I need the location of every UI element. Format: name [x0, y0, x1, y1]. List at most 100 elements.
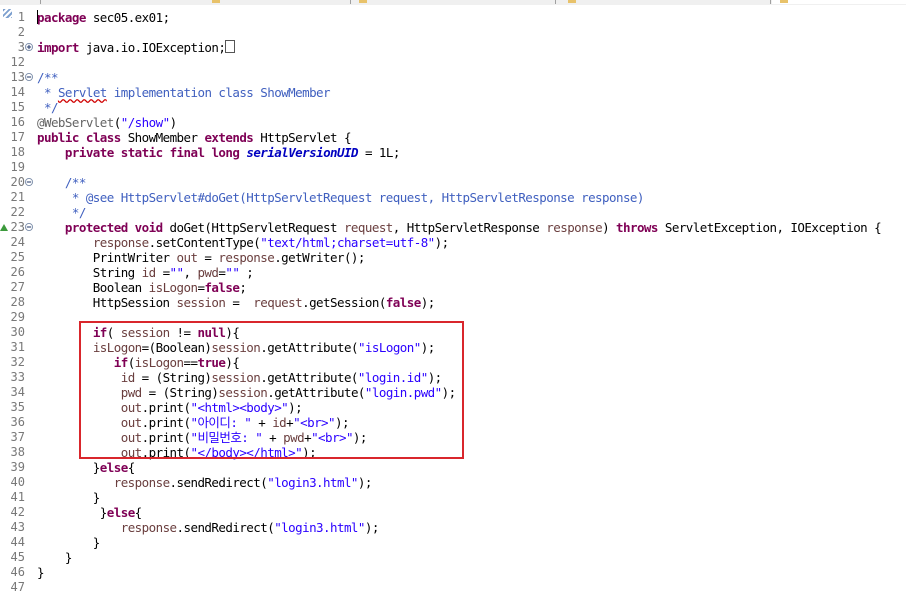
- line-number: 36: [10, 415, 25, 429]
- collapse-fold-icon[interactable]: [25, 223, 33, 231]
- code-text[interactable]: }else{: [37, 460, 135, 475]
- code-line[interactable]: 12: [0, 55, 906, 70]
- code-line[interactable]: 18 private static final long serialVersi…: [0, 145, 906, 160]
- code-text[interactable]: Boolean isLogon=false;: [37, 280, 247, 295]
- code-token: }: [37, 505, 108, 520]
- code-text[interactable]: }else{: [37, 505, 142, 520]
- code-line[interactable]: 23 protected void doGet(HttpServletReque…: [0, 220, 906, 235]
- code-line[interactable]: 26 String id ="", pwd="" ;: [0, 265, 906, 280]
- code-line[interactable]: 40 response.sendRedirect("login3.html");: [0, 475, 906, 490]
- code-text[interactable]: protected void doGet(HttpServletRequest …: [37, 220, 882, 235]
- editor-tab-active[interactable]: [772, 0, 906, 4]
- code-token: PrintWriter: [37, 250, 177, 265]
- code-line[interactable]: 46}: [0, 565, 906, 580]
- code-text[interactable]: * Servlet implementation class ShowMembe…: [37, 85, 331, 100]
- code-line[interactable]: 2: [0, 25, 906, 40]
- editor-tab[interactable]: [355, 0, 556, 4]
- code-line[interactable]: 15 */: [0, 100, 906, 115]
- expand-fold-icon[interactable]: [25, 43, 33, 51]
- code-token: java.io.IOException;: [78, 40, 226, 55]
- code-token: =: [197, 250, 219, 265]
- code-line[interactable]: 16 @WebServlet("/show"): [0, 115, 906, 130]
- code-line[interactable]: 19: [0, 160, 906, 175]
- code-line[interactable]: 42 }else{: [0, 505, 906, 520]
- code-text[interactable]: /**: [37, 175, 87, 190]
- line-number: 33: [10, 370, 25, 384]
- code-line[interactable]: 22 */: [0, 205, 906, 220]
- collapsed-code-marker-icon[interactable]: [225, 40, 236, 53]
- code-line[interactable]: 41 }: [0, 490, 906, 505]
- code-token: .getSession(: [302, 295, 386, 310]
- code-text[interactable]: }: [37, 550, 73, 565]
- code-text[interactable]: }: [37, 535, 101, 550]
- code-text[interactable]: private static final long serialVersionU…: [37, 145, 400, 160]
- code-token: }: [37, 565, 45, 580]
- line-number: 26: [10, 265, 25, 279]
- line-number: 46: [10, 565, 25, 579]
- code-text[interactable]: package sec05.ex01;: [37, 10, 170, 25]
- java-file-icon: [359, 0, 367, 3]
- code-text[interactable]: HttpSession session = request.getSession…: [37, 295, 435, 310]
- code-line[interactable]: 14 * Servlet implementation class ShowMe…: [0, 85, 906, 100]
- code-line[interactable]: 39 }else{: [0, 460, 906, 475]
- code-line[interactable]: 24 response.setContentType("text/html;ch…: [0, 235, 906, 250]
- code-text[interactable]: public class ShowMember extends HttpServ…: [37, 130, 352, 145]
- code-line[interactable]: 44 }: [0, 535, 906, 550]
- line-number: 21: [10, 190, 25, 204]
- code-token: response: [92, 235, 149, 250]
- code-text[interactable]: response.setContentType("text/html;chars…: [37, 235, 449, 250]
- override-marker-icon[interactable]: [0, 223, 8, 231]
- java-file-icon: [212, 0, 220, 3]
- code-token: ServletException, IOException {: [657, 220, 882, 235]
- code-token: Boolean: [37, 280, 149, 295]
- line-number: 20: [10, 175, 25, 189]
- code-text[interactable]: PrintWriter out = response.getWriter();: [37, 250, 366, 265]
- code-line[interactable]: 21 * @see HttpServlet#doGet(HttpServletR…: [0, 190, 906, 205]
- line-number: 25: [10, 250, 25, 264]
- code-text[interactable]: @WebServlet("/show"): [37, 115, 177, 130]
- code-text[interactable]: String id ="", pwd="" ;: [37, 265, 254, 280]
- code-line[interactable]: 47: [0, 580, 906, 595]
- code-token: }: [37, 550, 73, 565]
- code-token: .getWriter();: [274, 250, 365, 265]
- code-line[interactable]: 20 /**: [0, 175, 906, 190]
- editor-tab[interactable]: [0, 0, 41, 4]
- editor-tab[interactable]: [560, 0, 771, 4]
- code-token: {: [134, 505, 143, 520]
- code-line[interactable]: 3 import java.io.IOException;: [0, 40, 906, 55]
- collapse-fold-icon[interactable]: [25, 73, 33, 81]
- code-line[interactable]: 27 Boolean isLogon=false;: [0, 280, 906, 295]
- code-text[interactable]: */: [37, 205, 87, 220]
- code-text[interactable]: import java.io.IOException;: [37, 40, 236, 55]
- code-text[interactable]: response.sendRedirect("login3.html");: [37, 475, 373, 490]
- code-line[interactable]: 1 package sec05.ex01;: [0, 10, 906, 25]
- collapse-fold-icon[interactable]: [25, 178, 33, 186]
- code-token: response: [218, 250, 275, 265]
- code-token: /**: [37, 175, 87, 190]
- line-number: 28: [10, 295, 25, 309]
- code-token: }: [37, 460, 101, 475]
- code-text[interactable]: */: [37, 100, 59, 115]
- code-token: @WebServlet: [37, 115, 114, 130]
- code-line[interactable]: 13 /**: [0, 70, 906, 85]
- code-text[interactable]: * @see HttpServlet#doGet(HttpServletRequ…: [37, 190, 645, 205]
- code-token: *: [37, 85, 58, 100]
- code-token: "text/html;charset=utf-8": [260, 235, 435, 250]
- line-number: 42: [10, 505, 25, 519]
- code-text[interactable]: }: [37, 490, 101, 505]
- code-token: class: [85, 130, 121, 145]
- editor-tab[interactable]: [200, 0, 351, 4]
- code-line[interactable]: 17 public class ShowMember extends HttpSe…: [0, 130, 906, 145]
- code-line[interactable]: 43 response.sendRedirect("login3.html");: [0, 520, 906, 535]
- code-text[interactable]: response.sendRedirect("login3.html");: [37, 520, 380, 535]
- code-line[interactable]: 25 PrintWriter out = response.getWriter(…: [0, 250, 906, 265]
- code-token: .sendRedirect(: [169, 475, 268, 490]
- code-text[interactable]: }: [37, 565, 45, 580]
- code-line[interactable]: 45 }: [0, 550, 906, 565]
- code-line[interactable]: 28 HttpSession session = request.getSess…: [0, 295, 906, 310]
- code-token: Servlet: [57, 85, 107, 100]
- code-text[interactable]: /**: [37, 70, 58, 85]
